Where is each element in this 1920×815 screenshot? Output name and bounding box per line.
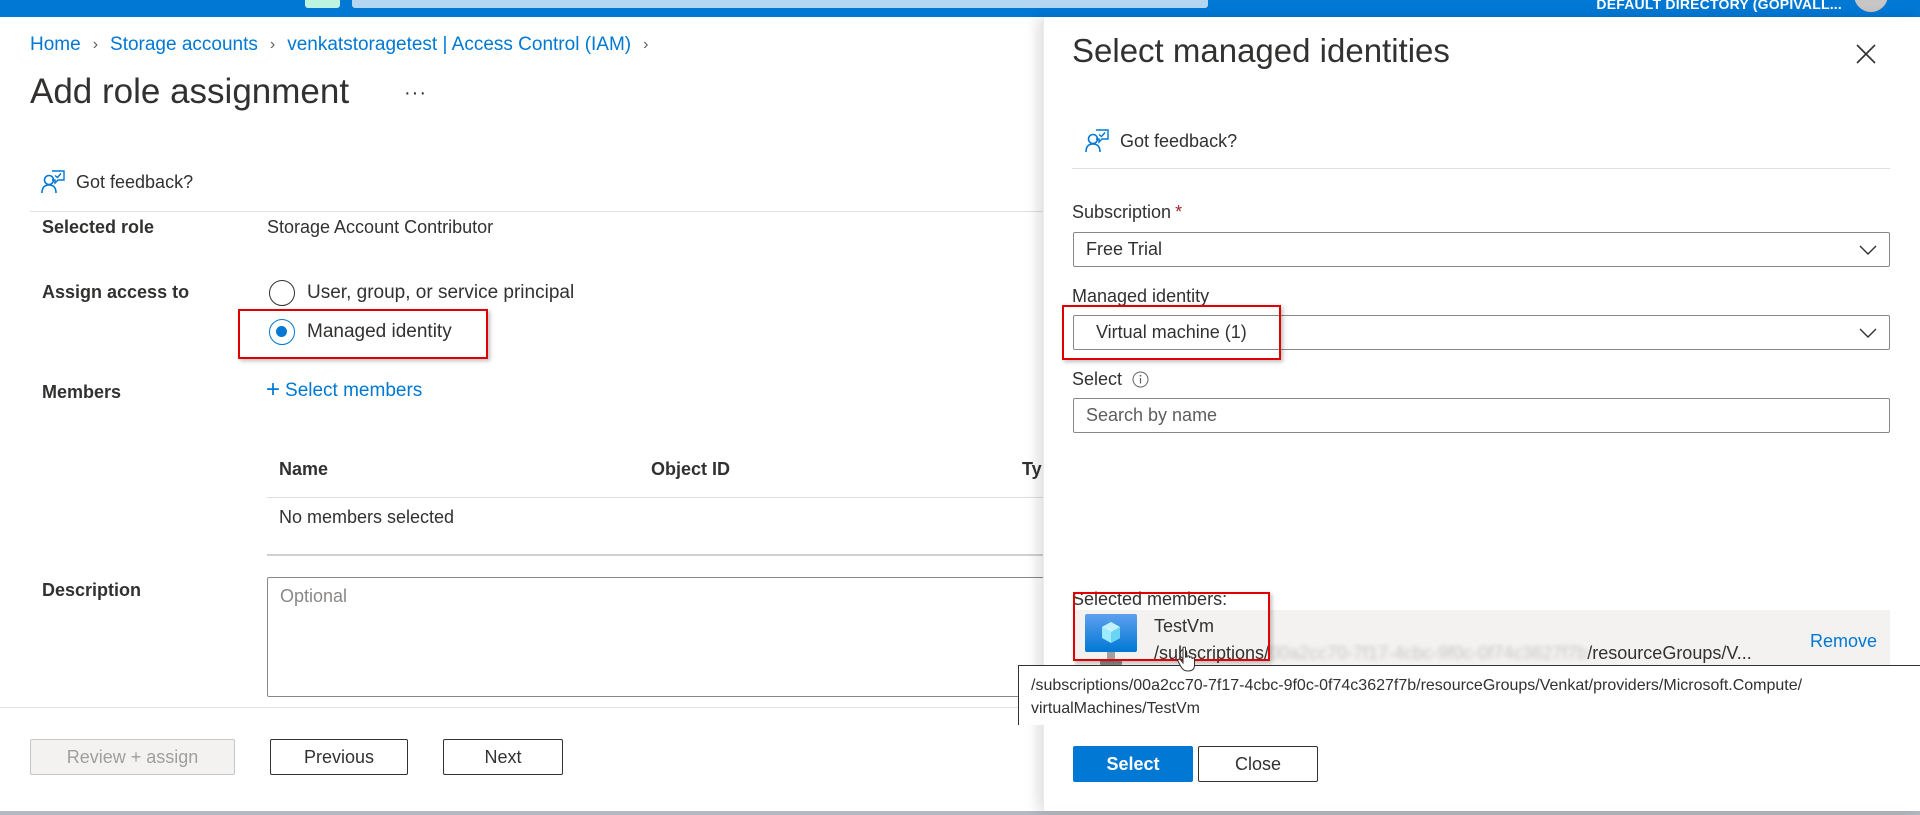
annotation-highlight-box bbox=[1073, 592, 1270, 661]
subscription-label: Subscription * bbox=[1072, 202, 1182, 223]
page-title: Add role assignment bbox=[30, 72, 350, 111]
subscription-dropdown[interactable]: Free Trial bbox=[1073, 232, 1890, 267]
select-members-label: Select members bbox=[285, 380, 423, 401]
managed-identity-label: Managed identity bbox=[1072, 286, 1210, 306]
column-header-object-id[interactable]: Object ID bbox=[651, 459, 730, 480]
horizontal-scrollbar[interactable] bbox=[0, 811, 1920, 815]
subscription-label-text: Subscription bbox=[1072, 202, 1172, 222]
select-members-link[interactable]: + Select members bbox=[266, 375, 423, 403]
feedback-label: Got feedback? bbox=[1120, 130, 1238, 151]
remove-member-link[interactable]: Remove bbox=[1810, 631, 1877, 652]
feedback-label: Got feedback? bbox=[76, 171, 194, 192]
table-divider bbox=[267, 497, 1045, 498]
close-icon bbox=[1856, 44, 1876, 64]
radio-button-unchecked[interactable] bbox=[269, 280, 295, 306]
radio-user-group-sp[interactable]: User, group, or service principal bbox=[269, 280, 574, 306]
chevron-down-icon bbox=[1859, 245, 1877, 255]
feedback-link[interactable]: Got feedback? bbox=[40, 169, 193, 195]
description-label: Description bbox=[42, 580, 142, 600]
resource-path-tooltip: /subscriptions/00a2cc70-7f17-4cbc-9f0c-0… bbox=[1018, 665, 1920, 725]
tooltip-line-1: /subscriptions/00a2cc70-7f17-4cbc-9f0c-0… bbox=[1031, 677, 1803, 694]
close-panel-button[interactable] bbox=[1854, 42, 1878, 66]
path-redacted: 00a2cc70-7f17-4cbc-9f0c-0f74c3627f7b bbox=[1269, 643, 1588, 663]
feedback-icon bbox=[41, 170, 65, 194]
directory-label[interactable]: DEFAULT DIRECTORY (GOPIVALL... bbox=[1596, 0, 1842, 12]
plus-icon: + bbox=[266, 375, 281, 403]
table-divider bbox=[267, 554, 1045, 556]
required-indicator: * bbox=[1175, 202, 1183, 222]
global-search-bar[interactable] bbox=[352, 0, 1208, 8]
hand-cursor-icon bbox=[1177, 646, 1195, 672]
path-suffix: /resourceGroups/V... bbox=[1587, 643, 1752, 663]
feedback-icon bbox=[1085, 129, 1109, 153]
column-header-name[interactable]: Name bbox=[279, 459, 328, 480]
footer-divider bbox=[0, 707, 1045, 708]
members-label: Members bbox=[42, 382, 122, 402]
close-button[interactable]: Close bbox=[1198, 746, 1318, 782]
description-textarea[interactable] bbox=[267, 577, 1067, 697]
chevron-right-icon: › bbox=[643, 36, 649, 53]
review-assign-button[interactable]: Review + assign bbox=[30, 739, 235, 775]
chevron-right-icon: › bbox=[269, 36, 276, 53]
breadcrumb: Home › Storage accounts › venkatstoraget… bbox=[30, 34, 660, 56]
annotation-highlight-box bbox=[1062, 305, 1281, 360]
info-icon[interactable] bbox=[1132, 371, 1149, 388]
subscription-dropdown-value: Free Trial bbox=[1086, 239, 1163, 259]
chevron-right-icon: › bbox=[92, 36, 99, 53]
panel-feedback-link[interactable]: Got feedback? bbox=[1084, 128, 1237, 154]
column-header-type[interactable]: Ty bbox=[1022, 459, 1042, 480]
chevron-down-icon bbox=[1859, 328, 1877, 338]
panel-title: Select managed identities bbox=[1072, 32, 1450, 69]
tooltip-line-2: virtualMachines/TestVm bbox=[1031, 700, 1200, 717]
copilot-button[interactable] bbox=[305, 0, 340, 8]
table-empty-message: No members selected bbox=[279, 507, 455, 527]
breadcrumb-home[interactable]: Home bbox=[30, 34, 81, 56]
annotation-highlight-box bbox=[238, 309, 488, 359]
divider bbox=[1072, 168, 1890, 169]
radio-label: User, group, or service principal bbox=[307, 282, 575, 303]
more-options-button[interactable]: ··· bbox=[404, 82, 427, 105]
divider bbox=[30, 211, 1045, 212]
portal-top-bar: DEFAULT DIRECTORY (GOPIVALL... bbox=[0, 0, 1920, 17]
select-button[interactable]: Select bbox=[1073, 746, 1193, 782]
select-label-text: Select bbox=[1072, 369, 1123, 389]
selected-role-label: Selected role bbox=[42, 217, 155, 237]
breadcrumb-storage-accounts[interactable]: Storage accounts bbox=[110, 34, 258, 56]
search-by-name-input[interactable] bbox=[1073, 398, 1890, 433]
previous-button[interactable]: Previous bbox=[270, 739, 408, 775]
breadcrumb-iam[interactable]: venkatstoragetest | Access Control (IAM) bbox=[287, 34, 631, 56]
select-label: Select bbox=[1072, 369, 1149, 390]
next-button[interactable]: Next bbox=[443, 739, 563, 775]
assign-access-label: Assign access to bbox=[42, 282, 190, 302]
user-avatar[interactable] bbox=[1854, 0, 1888, 12]
selected-role-value: Storage Account Contributor bbox=[267, 217, 494, 237]
